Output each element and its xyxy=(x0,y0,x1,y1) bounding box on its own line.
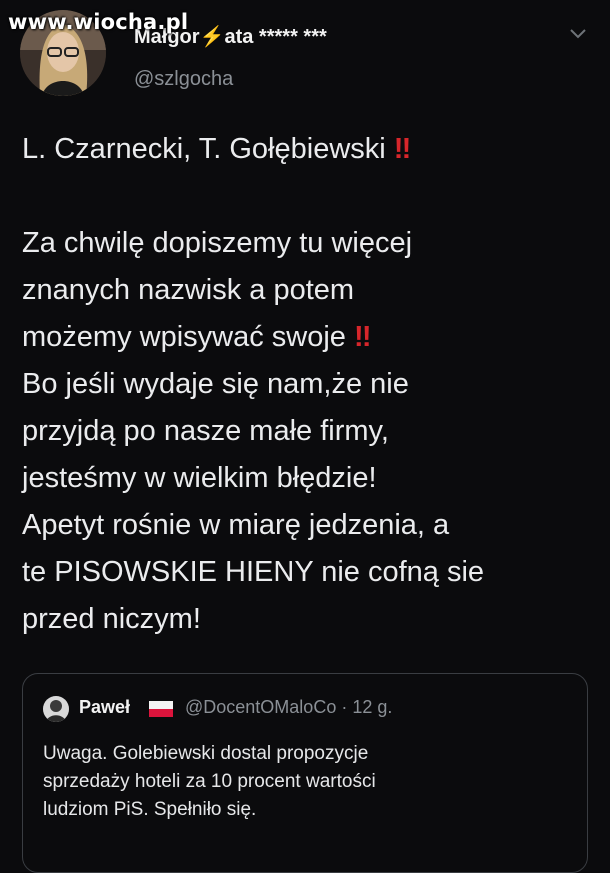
tweet-text-line-content: Bo jeśli wydaje się nam,że nie xyxy=(22,368,409,400)
tweet-text-line-content: znanych nazwisk a potem xyxy=(22,274,355,306)
quoted-author-name: Paweł xyxy=(79,697,131,717)
quoted-author-handle-time: @DocentOMaloCo · 12 g. xyxy=(185,697,393,717)
tweet-text-line: możemy wpisywać swoje ‼ xyxy=(22,314,592,361)
tweet-text-line: L. Czarnecki, T. Gołębiewski ‼ xyxy=(22,126,592,173)
quoted-text-line: Uwaga. Golebiewski dostal propozycje xyxy=(43,743,369,764)
tweet-body: L. Czarnecki, T. Gołębiewski ‼ Za chwilę … xyxy=(22,126,592,643)
tweet-text-line-content: Apetyt rośnie w miarę jedzenia, a xyxy=(22,509,450,541)
double-exclamation-icon: ‼ xyxy=(353,321,371,353)
site-watermark: www.wiocha.pl xyxy=(8,10,189,34)
chevron-down-icon[interactable] xyxy=(568,26,588,42)
quoted-author-avatar xyxy=(43,696,69,722)
tweet-text-line-content: L. Czarnecki, T. Gołębiewski xyxy=(22,133,386,165)
tweet-text-line-content: jesteśmy w wielkim błędzie! xyxy=(22,462,377,494)
quoted-text-line: ludziom PiS. Spełniło się. xyxy=(43,799,257,820)
tweet-text-line: Za chwilę dopiszemy tu więcej xyxy=(22,220,592,267)
quoted-tweet[interactable]: Paweł @DocentOMaloCo · 12 g. Uwaga. Gole… xyxy=(22,673,588,873)
tweet-text-line-content: te PISOWSKIE HIENY nie cofną sie xyxy=(22,556,485,588)
author-handle[interactable]: @szlgocha xyxy=(134,68,233,91)
lightning-bolt-icon: ⚡ xyxy=(199,26,225,48)
tweet-text-line xyxy=(22,173,592,220)
tweet-text-line: przyjdą po nasze małe firmy, xyxy=(22,408,592,455)
double-exclamation-icon: ‼ xyxy=(393,133,411,165)
quoted-tweet-text: Uwaga. Golebiewski dostal propozycje spr… xyxy=(43,740,563,824)
tweet-text-line: Bo jeśli wydaje się nam,że nie xyxy=(22,361,592,408)
tweet-text-line: te PISOWSKIE HIENY nie cofną sie xyxy=(22,549,592,596)
tweet-text-line-content: przed niczym! xyxy=(22,603,201,635)
tweet-text-line: jesteśmy w wielkim błędzie! xyxy=(22,455,592,502)
tweet-text-line: przed niczym! xyxy=(22,596,592,643)
tweet-text-line: Apetyt rośnie w miarę jedzenia, a xyxy=(22,502,592,549)
quoted-text-line: sprzedaży hoteli za 10 procent wartości xyxy=(43,771,376,792)
tweet-text-line: znanych nazwisk a potem xyxy=(22,267,592,314)
display-name-part-2: ata ***** *** xyxy=(224,26,327,48)
tweet-text-line-content: przyjdą po nasze małe firmy, xyxy=(22,415,389,447)
tweet-text-line-content: Za chwilę dopiszemy tu więcej xyxy=(22,227,413,259)
tweet-text-line-content: możemy wpisywać swoje xyxy=(22,321,346,353)
poland-flag-icon xyxy=(149,701,173,717)
